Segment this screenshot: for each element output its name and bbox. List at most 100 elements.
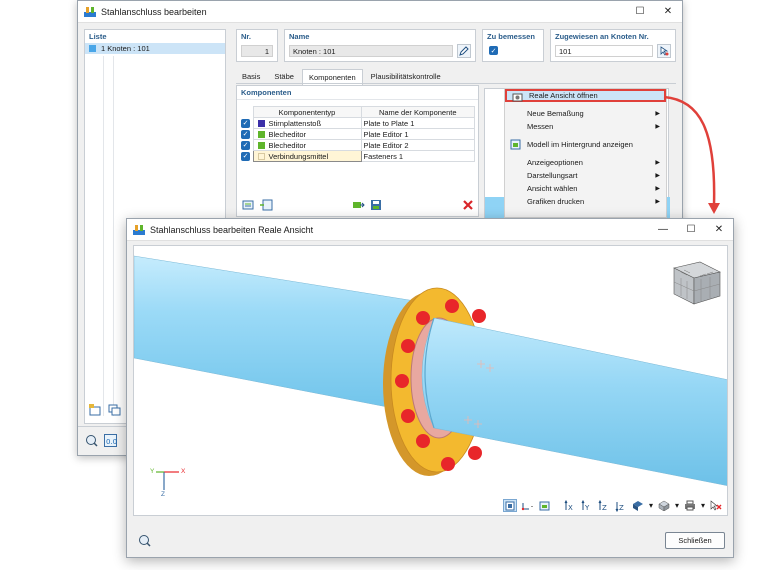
units-icon[interactable]: 0.0 <box>103 433 118 447</box>
print-icon[interactable] <box>683 499 697 512</box>
axes-display-icon[interactable] <box>520 499 534 512</box>
close-window-button[interactable]: ✕ <box>654 1 682 23</box>
components-panel: Komponenten Komponententyp Name der Komp… <box>236 85 479 217</box>
table-row[interactable]: ✓ Verbindungsmittel Fasteners 1 <box>239 150 475 162</box>
delete-icon[interactable] <box>460 198 475 212</box>
component-type: Blecheditor <box>268 129 307 139</box>
component-name: Plate to Plate 1 <box>360 117 475 129</box>
3d-model-render <box>134 255 727 490</box>
nr-label: Nr. <box>241 32 252 41</box>
model-background-toggle-icon[interactable] <box>537 499 551 512</box>
component-color-swatch <box>257 131 265 139</box>
new-item-icon[interactable] <box>88 403 103 417</box>
components-toolbar <box>241 198 475 212</box>
axis-z-label: Z <box>161 491 165 498</box>
svg-text:Z: Z <box>602 504 607 512</box>
steel-joint-app-icon <box>84 6 96 17</box>
axis-y-label: Y <box>150 468 155 475</box>
view-z-icon[interactable]: Z <box>597 499 611 512</box>
table-row[interactable]: ✓ Blecheditor Plate Editor 1 <box>239 128 475 140</box>
table-row[interactable]: ✓ Blecheditor Plate Editor 2 <box>239 139 475 151</box>
clear-selection-icon[interactable] <box>709 499 723 512</box>
3d-viewport[interactable]: X Y Z X Y Z Z ▾ ▾ ▾ <box>133 245 728 516</box>
submenu-arrow-icon: ▶ <box>655 124 660 130</box>
pick-node-icon[interactable] <box>657 44 671 58</box>
components-table: Komponententyp Name der Komponente ✓ Sti… <box>239 106 475 162</box>
nr-field-box: Nr. 1 <box>236 29 278 62</box>
menu-item-model-background[interactable]: Modell im Hintergrund anzeigen <box>505 138 666 151</box>
insert-component-icon[interactable] <box>259 198 274 212</box>
maximize-button[interactable]: ☐ <box>677 219 705 241</box>
model-background-icon <box>510 139 521 150</box>
component-color-swatch <box>257 142 265 150</box>
component-name: Fasteners 1 <box>360 150 475 162</box>
menu-item-label: Darstellungsart <box>527 171 578 180</box>
component-type: Stirnplattenstoß <box>268 118 322 128</box>
real-view-icon <box>512 93 523 102</box>
menu-item-measure[interactable]: Messen ▶ <box>505 120 666 133</box>
menu-item-display-options[interactable]: Anzeigeoptionen ▶ <box>505 156 666 169</box>
row-checkbox[interactable]: ✓ <box>241 151 250 161</box>
zugewiesen-label: Zugewiesen an Knoten Nr. <box>555 32 649 41</box>
component-name: Plate Editor 1 <box>360 128 475 140</box>
dropdown-arrow-icon[interactable]: ▾ <box>700 499 706 512</box>
menu-item-real-view[interactable]: Reale Ansicht öffnen <box>505 89 666 102</box>
component-color-swatch <box>257 153 265 161</box>
add-component-icon[interactable] <box>241 198 256 212</box>
view-cube-icon[interactable] <box>673 261 721 305</box>
component-name: Plate Editor 2 <box>360 139 475 151</box>
import-icon[interactable] <box>351 198 366 212</box>
main-window-title: Stahlanschluss bearbeiten <box>101 6 207 17</box>
list-item[interactable]: 1 Knoten : 101 <box>85 43 225 54</box>
search-icon[interactable] <box>137 533 152 547</box>
axis-triad-icon <box>156 471 179 490</box>
menu-item-new-dimension[interactable]: Neue Bemaßung ▶ <box>505 107 666 120</box>
row-checkbox[interactable]: ✓ <box>241 118 250 128</box>
real-view-titlebar: Stahlanschluss bearbeiten Reale Ansicht … <box>127 219 733 241</box>
components-table-header: Komponententyp Name der Komponente <box>239 106 475 118</box>
name-field[interactable]: Knoten : 101 <box>289 45 453 57</box>
zugewiesen-field[interactable]: 101 <box>555 45 653 57</box>
real-view-window: Stahlanschluss bearbeiten Reale Ansicht … <box>126 218 734 558</box>
search-icon[interactable] <box>84 433 99 447</box>
zu-bemessen-box: Zu bemessen ✓ <box>482 29 544 62</box>
view-x-icon[interactable]: X <box>563 499 577 512</box>
node-color-swatch <box>89 45 96 52</box>
menu-item-print-graphics[interactable]: Grafiken drucken ▶ <box>505 195 666 208</box>
svg-text:X: X <box>568 504 573 512</box>
view-neg-z-icon[interactable]: Z <box>614 499 628 512</box>
view-neg-y-icon[interactable]: Y <box>580 499 594 512</box>
menu-item-label: Messen <box>527 122 554 131</box>
nr-field[interactable]: 1 <box>241 45 273 57</box>
list-header: Liste <box>85 30 225 43</box>
menu-item-label: Anzeigeoptionen <box>527 158 583 167</box>
row-checkbox[interactable]: ✓ <box>241 129 250 139</box>
dropdown-arrow-icon[interactable]: ▾ <box>648 499 654 512</box>
name-label: Name <box>289 32 310 41</box>
component-color-swatch <box>257 120 265 128</box>
submenu-arrow-icon: ▶ <box>655 186 660 192</box>
menu-item-select-view[interactable]: Ansicht wählen ▶ <box>505 182 666 195</box>
zugewiesen-box: Zugewiesen an Knoten Nr. 101 <box>550 29 676 62</box>
menu-item-display-mode[interactable]: Darstellungsart ▶ <box>505 169 666 182</box>
viewport-toolbar: X Y Z Z ▾ ▾ ▾ <box>503 499 723 512</box>
render-mode-icon[interactable] <box>503 499 517 512</box>
menu-item-label: Reale Ansicht öffnen <box>529 91 598 100</box>
row-checkbox[interactable]: ✓ <box>241 140 250 150</box>
main-titlebar: Stahlanschluss bearbeiten ☐ ✕ <box>78 1 682 23</box>
close-button[interactable]: Schließen <box>665 532 725 549</box>
menu-item-label: Ansicht wählen <box>527 184 578 193</box>
maximize-button[interactable]: ☐ <box>626 1 654 23</box>
dropdown-arrow-icon[interactable]: ▾ <box>674 499 680 512</box>
submenu-arrow-icon: ▶ <box>655 199 660 205</box>
edit-name-icon[interactable] <box>457 44 471 58</box>
close-window-button[interactable]: ✕ <box>705 219 733 241</box>
zu-bemessen-checkbox[interactable]: ✓ <box>489 46 498 55</box>
isometric-view-icon[interactable] <box>631 499 645 512</box>
table-row[interactable]: ✓ Stirnplattenstoß Plate to Plate 1 <box>239 117 475 129</box>
display-mode-cube-icon[interactable] <box>657 499 671 512</box>
save-library-icon[interactable] <box>369 198 384 212</box>
copy-item-icon[interactable] <box>107 403 122 417</box>
minimize-button[interactable]: — <box>649 219 677 241</box>
svg-text:Z: Z <box>619 504 624 512</box>
